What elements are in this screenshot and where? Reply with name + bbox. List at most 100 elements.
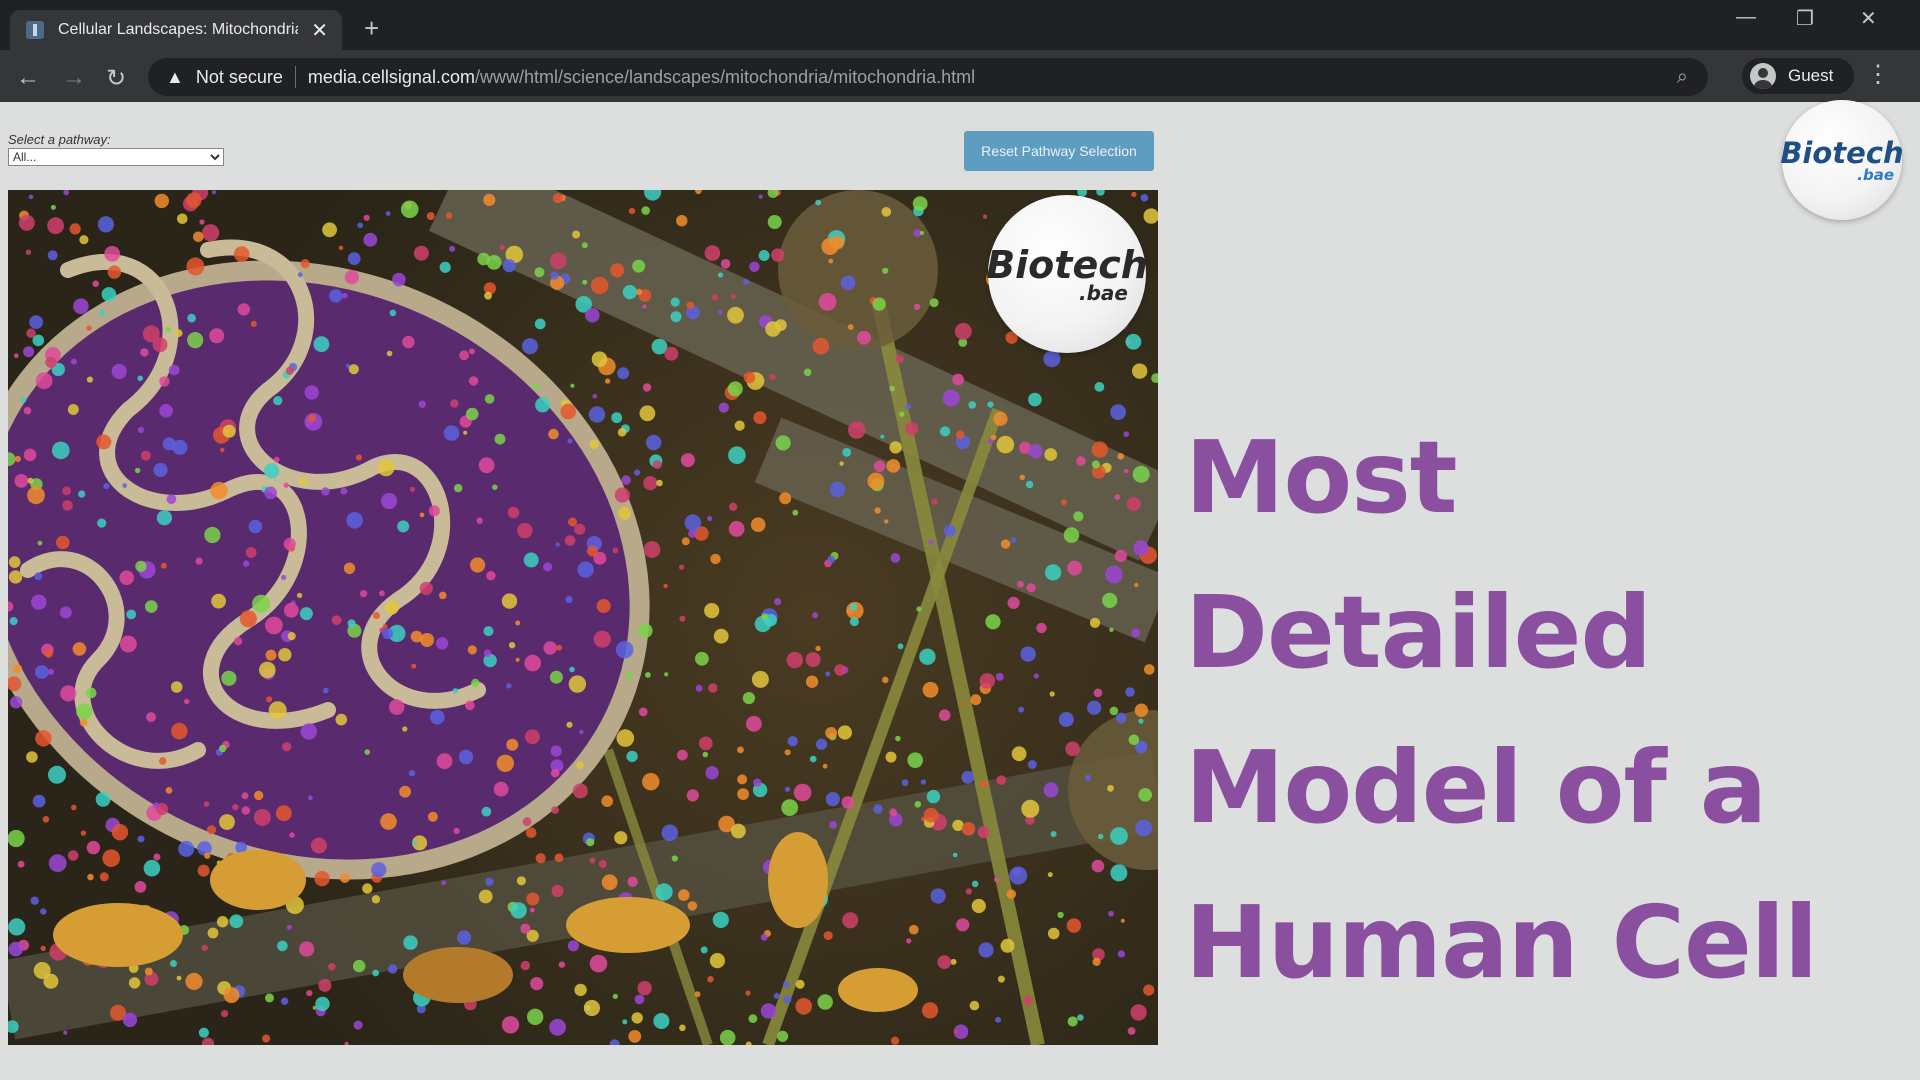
molecule-dot xyxy=(156,510,172,526)
molecule-dot xyxy=(128,977,141,989)
molecule-dot xyxy=(920,779,927,785)
molecule-dot xyxy=(639,405,656,422)
molecule-dot xyxy=(1109,627,1114,632)
close-tab-icon[interactable]: ✕ xyxy=(311,18,328,43)
molecule-dot xyxy=(705,766,719,780)
molecule-dot xyxy=(783,995,792,1004)
cell-landscape-illustration[interactable] xyxy=(8,190,1158,1045)
molecule-dot xyxy=(702,751,709,758)
molecule-dot xyxy=(530,977,544,991)
molecule-dot xyxy=(719,1029,736,1045)
molecule-dot xyxy=(523,552,539,568)
forward-icon[interactable]: → xyxy=(62,64,86,92)
new-tab-button[interactable]: + xyxy=(364,13,379,44)
back-icon[interactable]: ← xyxy=(16,64,40,92)
molecule-dot xyxy=(297,592,303,598)
molecule-dot xyxy=(14,474,29,488)
molecule-dot xyxy=(809,755,817,763)
molecule-dot xyxy=(397,520,410,533)
molecule-dot xyxy=(916,606,922,612)
molecule-dot xyxy=(23,406,32,415)
browser-tab[interactable]: Cellular Landscapes: Mitochondria ✕ xyxy=(10,10,342,50)
molecule-dot xyxy=(515,620,521,626)
molecule-dot xyxy=(389,309,397,317)
molecule-dot xyxy=(952,373,964,386)
molecule-dot xyxy=(203,801,210,807)
molecule-dot xyxy=(1131,191,1137,198)
molecule-dot xyxy=(680,453,695,468)
molecule-dot xyxy=(704,245,721,261)
molecule-dot xyxy=(567,940,580,952)
molecule-dot xyxy=(787,736,798,747)
molecule-dot xyxy=(581,242,588,249)
molecule-dot xyxy=(476,517,483,524)
molecule-dot xyxy=(381,492,398,510)
molecule-dot xyxy=(80,830,87,836)
molecule-dot xyxy=(492,484,498,491)
molecule-dot xyxy=(412,840,418,846)
molecule-dot xyxy=(322,222,337,238)
molecule-dot xyxy=(458,749,474,765)
molecule-dot xyxy=(678,889,690,901)
molecule-dot xyxy=(535,397,551,413)
molecule-dot xyxy=(286,924,292,930)
molecule-dot xyxy=(380,813,397,830)
molecule-dot xyxy=(556,644,563,651)
molecule-dot xyxy=(970,694,982,706)
molecule-dot xyxy=(718,309,723,315)
molecule-dot xyxy=(468,348,475,355)
molecule-dot xyxy=(67,404,79,415)
pathway-select[interactable]: All... xyxy=(8,148,224,166)
molecule-dot xyxy=(1077,1014,1084,1021)
molecule-dot xyxy=(229,914,244,929)
molecule-dot xyxy=(688,529,697,538)
zoom-icon[interactable]: ⌕ xyxy=(1677,66,1688,89)
molecule-dot xyxy=(344,270,359,285)
molecule-dot xyxy=(1049,691,1055,697)
reset-pathway-button[interactable]: Reset Pathway Selection xyxy=(964,131,1154,171)
molecule-dot xyxy=(921,1002,939,1019)
molecule-dot xyxy=(943,524,956,537)
restore-icon[interactable]: ❐ xyxy=(1796,6,1814,31)
molecule-dot xyxy=(1036,622,1047,634)
molecule-dot xyxy=(815,645,821,652)
molecule-dot xyxy=(615,640,634,659)
molecule-dot xyxy=(622,285,638,300)
overlay-logo-sub: .bae xyxy=(1079,281,1128,305)
profile-button[interactable]: Guest xyxy=(1742,58,1854,94)
molecule-dot xyxy=(535,853,546,864)
molecule-dot xyxy=(508,642,516,649)
molecule-dot xyxy=(588,406,606,423)
security-label[interactable]: Not secure xyxy=(196,67,283,88)
molecule-dot xyxy=(308,414,316,423)
molecule-dot xyxy=(890,1036,900,1045)
molecule-dot xyxy=(1000,539,1011,549)
molecule-dot xyxy=(436,753,453,770)
close-window-icon[interactable]: ✕ xyxy=(1860,6,1877,31)
molecule-dot xyxy=(237,303,250,316)
molecule-dot xyxy=(979,673,996,689)
molecule-dot xyxy=(280,997,289,1005)
reload-icon[interactable]: ↻ xyxy=(106,64,126,93)
molecule-dot xyxy=(638,623,653,638)
corner-logo-badge: Biotech .bae xyxy=(1780,100,1904,220)
molecule-dot xyxy=(795,979,805,989)
molecule-dot xyxy=(62,486,71,496)
molecule-dot xyxy=(71,804,77,811)
molecule-dot xyxy=(142,325,160,343)
browser-menu-icon[interactable]: ⋮ xyxy=(1866,60,1890,89)
molecule-dot xyxy=(254,790,264,801)
molecule-dot xyxy=(289,832,295,838)
molecule-dot xyxy=(63,1030,68,1035)
molecule-dot xyxy=(899,411,905,417)
molecule-dot xyxy=(439,591,447,600)
molecule-dot xyxy=(499,244,506,251)
molecule-dot xyxy=(679,1024,686,1032)
molecule-dot xyxy=(300,259,310,269)
minimize-icon[interactable]: — xyxy=(1736,6,1756,29)
molecule-dot xyxy=(628,1030,642,1043)
address-bar[interactable]: ▲ Not secure media.cellsignal.com /www/h… xyxy=(148,58,1708,96)
molecule-dot xyxy=(841,796,855,809)
molecule-dot xyxy=(873,804,883,814)
molecule-dot xyxy=(199,219,205,225)
